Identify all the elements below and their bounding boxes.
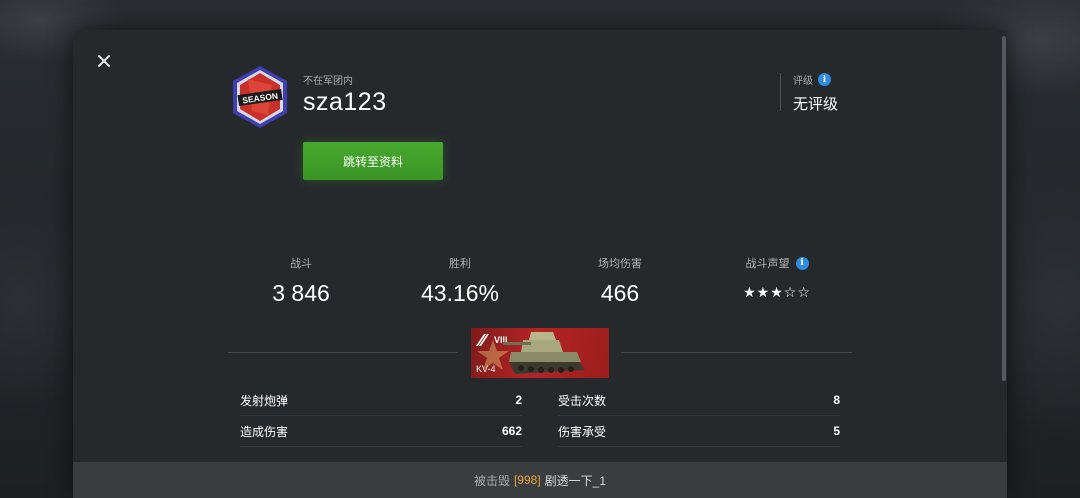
season-badge-icon: SEASON <box>233 66 287 128</box>
killer-clan-tag: [998] <box>513 473 541 487</box>
stat-value: 43.16% <box>420 280 499 306</box>
stat-row-value: 8 <box>833 393 840 407</box>
killer-name[interactable]: 剧透一下_1 <box>545 472 606 489</box>
player-profile-dialog: SEASON 不在军团内 sza123 跳转至资料 评级 i 无评级 战斗 3 … <box>73 30 1007 498</box>
stat-victories: 胜利 43.16% <box>370 256 550 307</box>
stat-label: 战斗声望 <box>745 258 790 270</box>
stat-label: 场均伤害 <box>598 258 642 270</box>
stat-row-label: 发射炮弹 <box>240 393 289 408</box>
tank-card[interactable]: VIII KV-4 <box>471 328 609 378</box>
tank-class-icon <box>476 334 489 346</box>
go-to-profile-button[interactable]: 跳转至资料 <box>303 142 443 180</box>
stat-label: 胜利 <box>449 258 471 270</box>
stat-label: 战斗 <box>290 258 312 270</box>
rating-label: 评级 <box>793 76 813 87</box>
table-row: 发射炮弹 2 <box>240 385 522 416</box>
table-row: 造成伤害 662 <box>240 416 522 447</box>
stat-battle-reputation: 战斗声望 i ★★★☆☆ <box>687 256 867 307</box>
stat-row-label: 受击次数 <box>558 393 607 408</box>
scrollbar-thumb[interactable] <box>1002 36 1006 381</box>
kill-info-bar: 被击毁 [998] 剧透一下_1 <box>73 462 1007 498</box>
rating-value: 无评级 <box>793 96 839 113</box>
scrollbar[interactable] <box>1001 30 1007 498</box>
stat-row-value: 2 <box>515 393 522 407</box>
killed-label: 被击毁 <box>473 473 510 488</box>
stat-value: 466 <box>600 280 640 306</box>
rating-divider <box>780 73 781 111</box>
tank-name: KV-4 <box>476 364 496 374</box>
divider-left <box>228 352 458 353</box>
stat-avg-damage: 场均伤害 466 <box>530 256 710 307</box>
divider-right <box>621 352 852 353</box>
player-name: sza123 <box>303 88 387 116</box>
stat-row-value: 662 <box>501 424 522 438</box>
reputation-stars: ★★★☆☆ <box>743 285 811 301</box>
clan-status: 不在军团内 <box>303 76 353 87</box>
tank-image <box>503 332 585 374</box>
info-icon[interactable]: i <box>818 73 831 86</box>
table-row: 伤害承受 5 <box>558 416 840 447</box>
table-row: 受击次数 8 <box>558 385 840 416</box>
rating-label-group: 评级 i <box>793 72 831 87</box>
close-icon[interactable] <box>93 50 115 72</box>
info-icon[interactable]: i <box>795 256 809 270</box>
stat-row-label: 伤害承受 <box>558 424 607 439</box>
stat-value: 3 846 <box>272 280 330 306</box>
stat-battles: 战斗 3 846 <box>211 256 391 307</box>
stat-row-label: 造成伤害 <box>240 424 289 439</box>
stat-row-value: 5 <box>833 424 840 438</box>
